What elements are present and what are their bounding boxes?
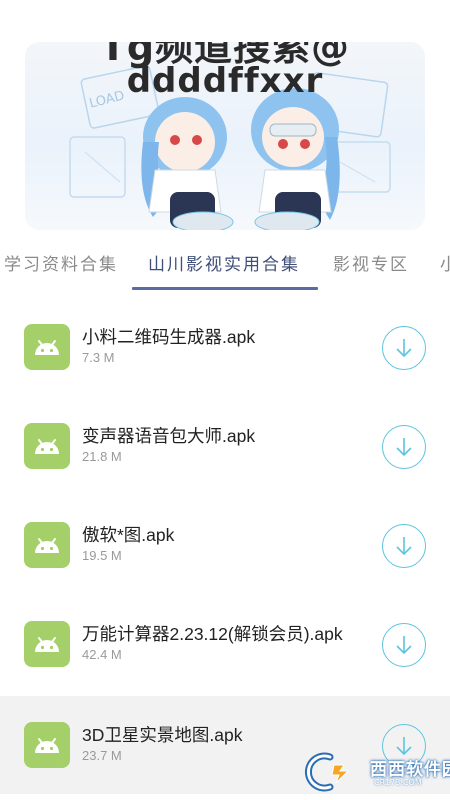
app-name: 3D卫星实景地图.apk	[82, 725, 243, 745]
app-name: 变声器语音包大师.apk	[82, 426, 256, 446]
tab-video-zone[interactable]: 影视专区	[333, 250, 409, 275]
active-tab-indicator	[132, 287, 318, 290]
app-size: 42.4 M	[82, 647, 122, 662]
android-icon	[24, 522, 70, 568]
watermark-logo-icon	[305, 752, 350, 792]
download-button[interactable]	[382, 623, 426, 667]
app-size: 23.7 M	[82, 748, 122, 763]
download-arrow-icon	[396, 636, 412, 655]
tab-shanchuan-video-tools[interactable]: 山川影视实用合集	[148, 250, 300, 275]
app-name: 傲软*图.apk	[82, 525, 175, 545]
watermark-brand: 西西软件园	[370, 760, 450, 780]
banner-title-line2: ddddffxxr	[126, 61, 324, 101]
android-icon	[24, 621, 70, 667]
android-icon	[24, 423, 70, 469]
app-size: 19.5 M	[82, 548, 122, 563]
tab-study-materials[interactable]: 学习资料合集	[4, 250, 118, 275]
android-icon	[24, 722, 70, 768]
list-item[interactable]: 变声器语音包大师.apk 21.8 M	[0, 397, 450, 495]
app-size: 21.8 M	[82, 449, 122, 464]
app-name: 小料二维码生成器.apk	[82, 327, 256, 347]
list-item[interactable]: 小料二维码生成器.apk 7.3 M	[0, 298, 450, 396]
download-arrow-icon	[396, 537, 412, 556]
category-tabs: 学习资料合集 山川影视实用合集 影视专区 小	[0, 240, 450, 292]
download-arrow-icon	[396, 438, 412, 457]
site-watermark: 西西软件园 CR173.COM	[300, 747, 450, 797]
app-size: 7.3 M	[82, 350, 115, 365]
app-name: 万能计算器2.23.12(解锁会员).apk	[82, 624, 343, 644]
banner-image[interactable]: LOAD Tg频道搜索@ ddddffxxr	[25, 42, 425, 230]
download-button[interactable]	[382, 425, 426, 469]
tab-partial[interactable]: 小	[440, 250, 450, 275]
list-item[interactable]: 万能计算器2.23.12(解锁会员).apk 42.4 M	[0, 595, 450, 693]
list-item[interactable]: 傲软*图.apk 19.5 M	[0, 496, 450, 594]
download-button[interactable]	[382, 524, 426, 568]
android-icon	[24, 324, 70, 370]
watermark-domain: CR173.COM	[374, 778, 422, 787]
download-button[interactable]	[382, 326, 426, 370]
download-arrow-icon	[396, 339, 412, 358]
